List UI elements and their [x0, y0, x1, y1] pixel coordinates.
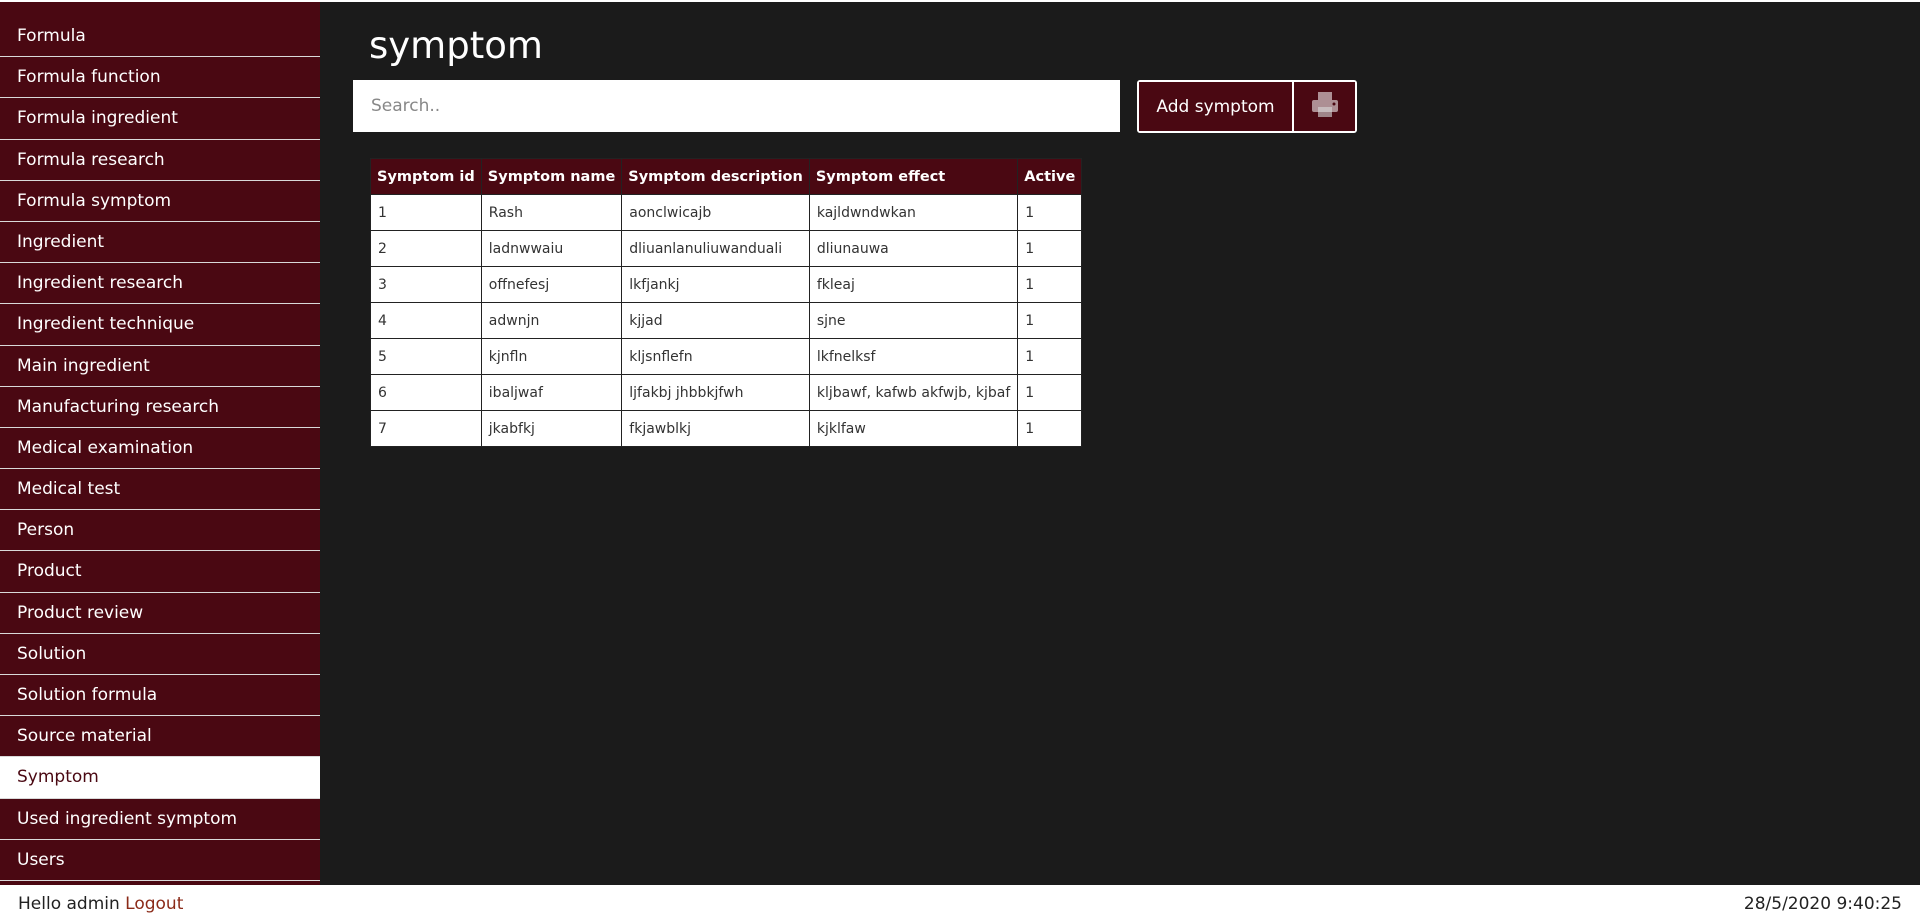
sidebar-item-medical-examination[interactable]: Medical examination — [0, 427, 320, 470]
sidebar: Formula Formula function Formula ingredien… — [0, 2, 320, 922]
table-cell: Rash — [480, 194, 623, 231]
table-row[interactable]: 3 offnefesj lkfjankj fkleaj 1 — [370, 266, 1083, 303]
table-cell: adwnjn — [480, 302, 623, 339]
symptom-table: Symptom id Symptom name Symptom descriptio… — [370, 158, 1083, 447]
table-cell: lkfjankj — [621, 266, 810, 303]
sidebar-item-source-material[interactable]: Source material — [0, 716, 320, 758]
add-symptom-button[interactable]: Add symptom — [1139, 82, 1294, 131]
sidebar-item-used-ingredient-symptom[interactable]: Used ingredient symptom — [0, 798, 320, 840]
table-cell: 1 — [370, 194, 482, 231]
sidebar-list: Formula Formula function Formula ingredien… — [0, 16, 320, 922]
table-cell: 7 — [370, 410, 482, 447]
table-cell: sjne — [808, 302, 1019, 339]
greeting-text: Hello admin — [18, 893, 120, 914]
table-cell: offnefesj — [480, 266, 623, 303]
table-row[interactable]: 7 jkabfkj fkjawblkj kjklfaw 1 — [370, 410, 1083, 447]
footer: Hello admin Logout 28/5/2020 9:40:25 — [0, 885, 1920, 922]
table-cell: kjjad — [621, 302, 810, 339]
footer-user: Hello admin Logout — [18, 894, 183, 914]
sidebar-item-formula-symptom[interactable]: Formula symptom — [0, 180, 320, 222]
table-cell: lkfnelksf — [808, 338, 1019, 375]
sidebar-item-formula-ingredient[interactable]: Formula ingredient — [0, 98, 320, 140]
table-cell: 5 — [370, 338, 482, 375]
sidebar-item-formula-function[interactable]: Formula function — [0, 57, 320, 99]
table-cell: 1 — [1017, 194, 1083, 231]
column-header[interactable]: Active — [1017, 158, 1083, 195]
sidebar-item-person[interactable]: Person — [0, 510, 320, 552]
main-content: symptom Add symptom Symptom idSymptom na… — [320, 2, 1920, 922]
table-row[interactable]: 4 adwnjn kjjad sjne 1 — [370, 302, 1083, 339]
table-cell: 4 — [370, 302, 482, 339]
table-cell: fkjawblkj — [621, 410, 810, 447]
table-cell: 1 — [1017, 266, 1083, 303]
table-cell: ladnwwaiu — [480, 230, 623, 267]
action-button-group: Add symptom — [1137, 80, 1357, 133]
table-cell: 1 — [1017, 302, 1083, 339]
table-cell: 2 — [370, 230, 482, 267]
sidebar-item-manufacturing-research[interactable]: Manufacturing research — [0, 386, 320, 428]
table-row[interactable]: 2 ladnwwaiu dliuanlanuliuwanduali dliunauwa… — [370, 230, 1083, 267]
sidebar-item-formula[interactable]: Formula — [0, 16, 320, 58]
table-body: 1 Rash aonclwicajb kajldwndwkan 1 2 ladnwwaiu d… — [370, 194, 1083, 447]
sidebar-item-formula-research[interactable]: Formula research — [0, 139, 320, 181]
table-cell: kljbawf, kafwb akfwjb, kjbaf — [808, 374, 1019, 411]
logout-link[interactable]: Logout — [125, 894, 183, 914]
table-cell: fkleaj — [808, 266, 1019, 303]
table-cell: aonclwicajb — [621, 194, 810, 231]
table-cell: kljsnflefn — [621, 338, 810, 375]
table-cell: 6 — [370, 374, 482, 411]
table-cell: 1 — [1017, 410, 1083, 447]
sidebar-item-main-ingredient[interactable]: Main ingredient — [0, 345, 320, 387]
sidebar-item-medical-test[interactable]: Medical test — [0, 469, 320, 511]
table-cell: 1 — [1017, 230, 1083, 267]
column-header[interactable]: Symptom effect — [808, 158, 1019, 195]
table-row[interactable]: 1 Rash aonclwicajb kajldwndwkan 1 — [370, 194, 1083, 231]
print-icon — [1310, 91, 1340, 122]
table-cell: jkabfkj — [480, 410, 623, 447]
sidebar-item-product-review[interactable]: Product review — [0, 592, 320, 634]
table-cell: ibaljwaf — [480, 374, 623, 411]
table-cell: dliuanlanuliuwanduali — [621, 230, 810, 267]
table-cell: kjklfaw — [808, 410, 1019, 447]
page-title: symptom — [369, 24, 543, 67]
table-cell: kjnfln — [480, 338, 623, 375]
datetime: 28/5/2020 9:40:25 — [1743, 893, 1902, 914]
table-cell: kajldwndwkan — [808, 194, 1019, 231]
sidebar-item-ingredient[interactable]: Ingredient — [0, 221, 320, 264]
table-cell: 3 — [370, 266, 482, 303]
sidebar-item-product[interactable]: Product — [0, 551, 320, 593]
sidebar-item-solution-formula[interactable]: Solution formula — [0, 675, 320, 717]
column-header[interactable]: Symptom id — [370, 158, 482, 195]
table-cell: 1 — [1017, 374, 1083, 411]
table-row[interactable]: 6 ibaljwaf ljfakbj jhbbkjfwh kljbawf, kafwb… — [370, 374, 1083, 411]
print-button[interactable] — [1294, 82, 1355, 131]
column-header[interactable]: Symptom description — [621, 158, 810, 195]
search-input[interactable] — [353, 80, 1120, 132]
sidebar-item-symptom[interactable]: Symptom — [0, 757, 320, 799]
sidebar-top-gap — [0, 2, 320, 16]
sidebar-item-solution[interactable]: Solution — [0, 633, 320, 675]
sidebar-item-ingredient-research[interactable]: Ingredient research — [0, 263, 320, 305]
column-header[interactable]: Symptom name — [480, 158, 623, 195]
table-cell: 1 — [1017, 338, 1083, 375]
table-header-row: Symptom id Symptom name Symptom descriptio… — [370, 158, 1083, 195]
table-cell: dliunauwa — [808, 230, 1019, 267]
table-cell: ljfakbj jhbbkjfwh — [621, 374, 810, 411]
sidebar-item-users[interactable]: Users — [0, 839, 320, 881]
sidebar-item-ingredient-technique[interactable]: Ingredient technique — [0, 304, 320, 346]
table-row[interactable]: 5 kjnfln kljsnflefn lkfnelksf 1 — [370, 338, 1083, 375]
